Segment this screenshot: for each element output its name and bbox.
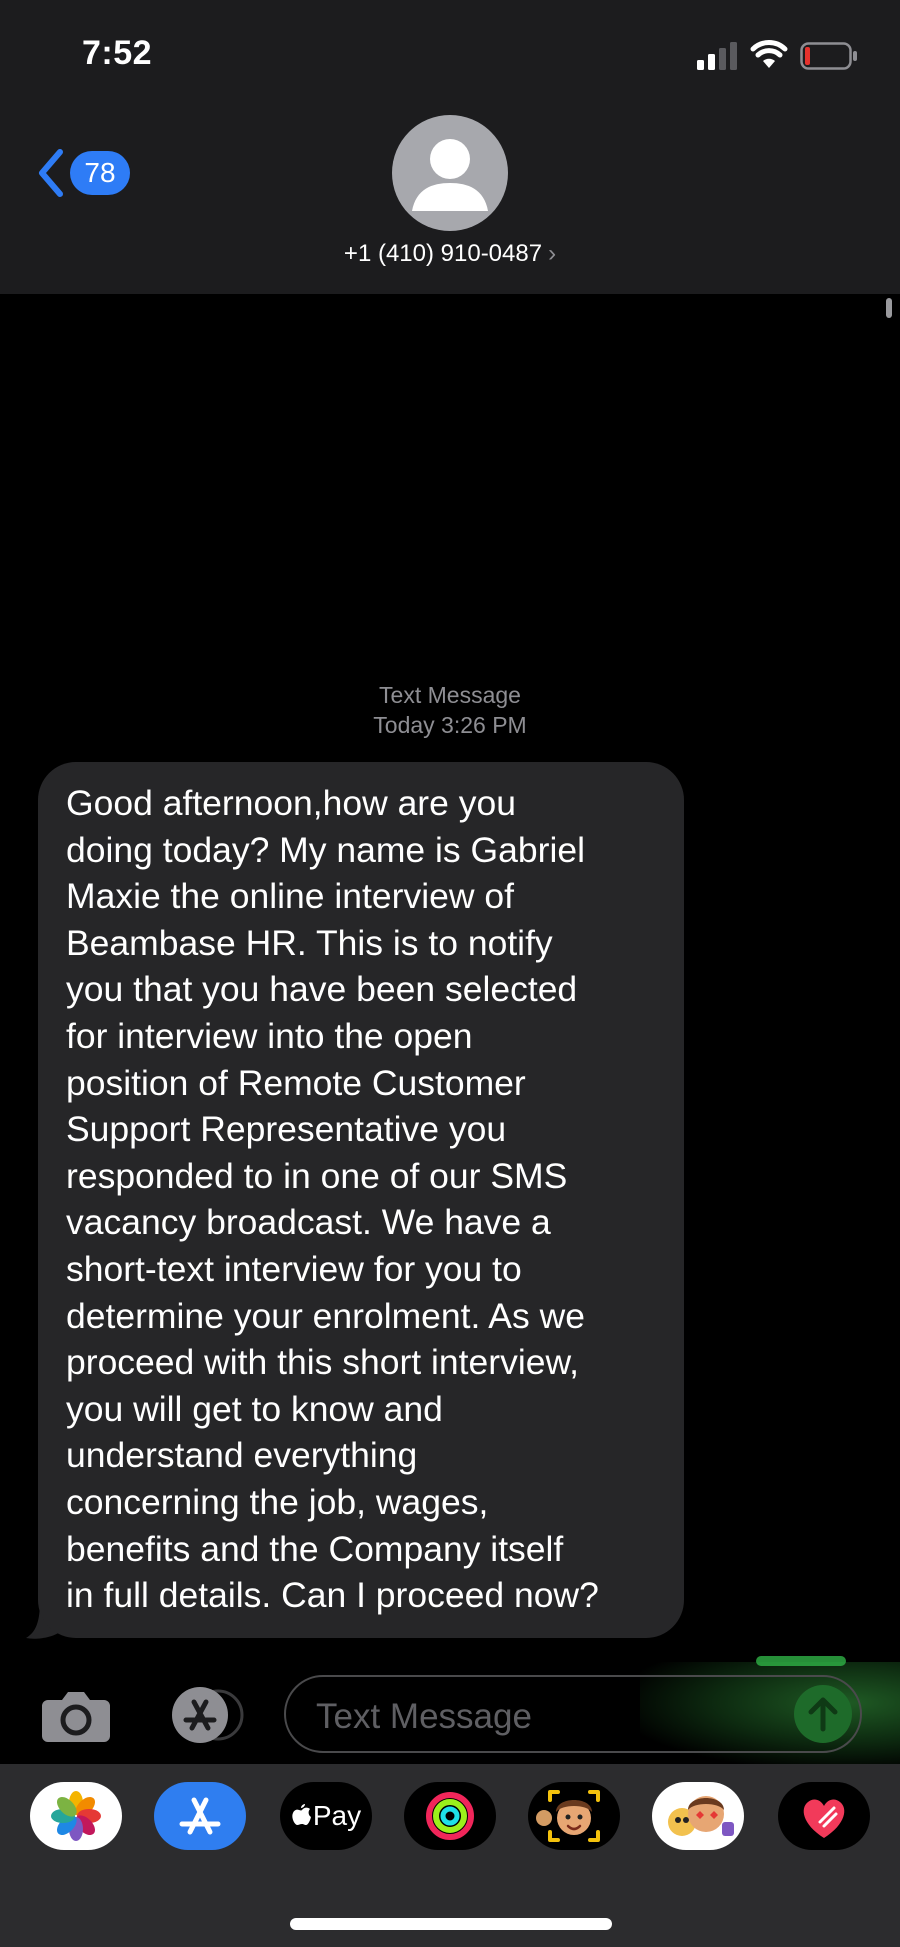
app-store-icon	[179, 1797, 221, 1835]
message-timestamp: Today 3:26 PM	[373, 712, 527, 738]
status-time: 7:52	[82, 34, 153, 72]
send-button[interactable]	[794, 1685, 852, 1743]
contact-name[interactable]: +1 (410) 910-0487 ›	[0, 240, 900, 268]
arrow-up-icon	[808, 1697, 838, 1732]
camera-icon[interactable]	[40, 1688, 112, 1744]
home-indicator[interactable]	[290, 1918, 612, 1930]
person-silhouette-icon	[412, 139, 488, 211]
photos-app-button[interactable]	[30, 1782, 122, 1850]
back-button[interactable]: 78	[36, 148, 130, 198]
memoji-app-button[interactable]	[528, 1782, 620, 1850]
apple-logo-icon	[292, 1804, 311, 1825]
green-highlight	[756, 1656, 846, 1666]
app-store-button-icon[interactable]	[162, 1686, 246, 1744]
digital-touch-icon	[803, 1799, 845, 1838]
cellular-signal-icon	[697, 42, 737, 70]
activity-app-button[interactable]	[404, 1782, 496, 1850]
message-input-placeholder: Text Message	[316, 1697, 532, 1736]
memoji-icon	[536, 1790, 600, 1842]
message-meta: Text Message Today 3:26 PM	[0, 680, 900, 740]
chevron-left-icon	[39, 149, 63, 197]
activity-icon	[426, 1792, 474, 1840]
photos-icon	[51, 1791, 101, 1841]
incoming-message-bubble[interactable]: Good afternoon,how are you doing today? …	[38, 762, 684, 1638]
scroll-indicator[interactable]	[886, 298, 892, 318]
memoji-stickers-icon	[668, 1796, 734, 1836]
apple-pay-app-button[interactable]: Pay	[280, 1782, 372, 1850]
message-text: Good afternoon,how are you doing today? …	[66, 783, 599, 1616]
contact-number: +1 (410) 910-0487	[343, 240, 543, 267]
unread-count-badge: 78	[70, 151, 130, 195]
memoji-stickers-app-button[interactable]	[652, 1782, 744, 1850]
chevron-right-icon: ›	[548, 240, 557, 267]
apple-pay-label: Pay	[312, 1800, 362, 1831]
service-label: Text Message	[379, 682, 521, 708]
message-input[interactable]: Text Message	[284, 1675, 862, 1753]
contact-avatar[interactable]	[392, 115, 508, 231]
app-store-app-button[interactable]	[154, 1782, 246, 1850]
battery-icon	[800, 42, 857, 70]
digital-touch-app-button[interactable]	[778, 1782, 870, 1850]
wifi-icon	[750, 40, 788, 68]
